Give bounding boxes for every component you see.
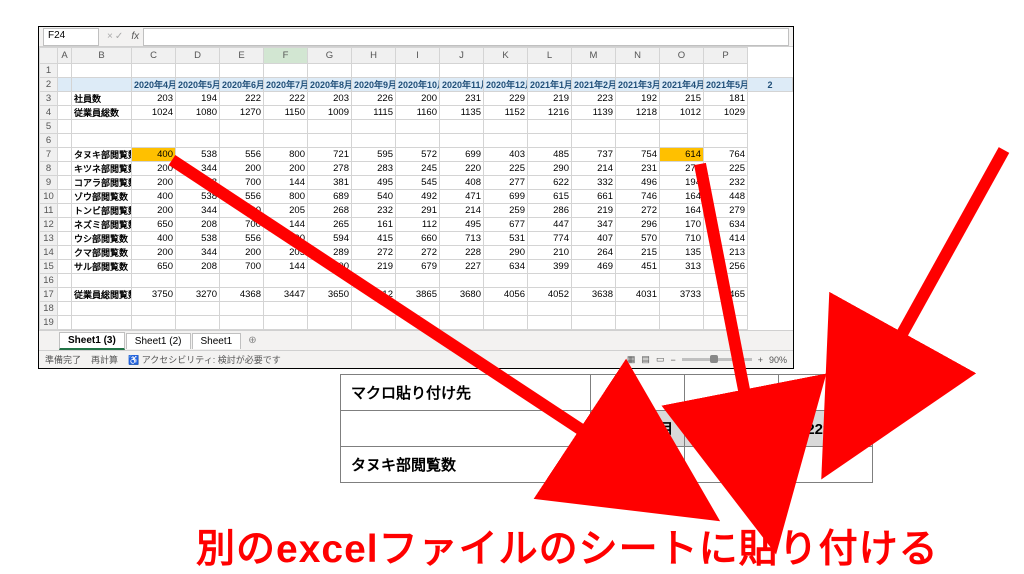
formula-bar-row: F24 × ✓ fx xyxy=(39,27,793,47)
zoom-slider[interactable] xyxy=(682,358,752,361)
sheet-tab-1[interactable]: Sheet1 (3) xyxy=(59,332,125,350)
status-ready: 準備完了 xyxy=(45,353,81,366)
dest-cell xyxy=(591,375,685,411)
cancel-icon[interactable]: × xyxy=(107,31,113,42)
add-sheet-button[interactable]: ⊕ xyxy=(242,333,262,348)
dest-value-cell xyxy=(591,447,685,483)
dest-year-3: 2022年4月 xyxy=(779,411,873,447)
dest-value-cell xyxy=(685,447,779,483)
status-recalc: 再計算 xyxy=(91,353,118,366)
name-box[interactable]: F24 xyxy=(43,28,99,46)
view-break-icon[interactable]: ▭ xyxy=(656,354,665,365)
dest-row-label: タヌキ部閲覧数 xyxy=(341,447,591,483)
dest-title: マクロ貼り付け先 xyxy=(341,375,591,411)
enter-icon[interactable]: ✓ xyxy=(115,31,123,42)
dest-value-cell xyxy=(779,447,873,483)
dest-year-2: 2021年4月 xyxy=(685,411,779,447)
dest-cell xyxy=(779,375,873,411)
status-accessibility: ♿ アクセシビリティ: 検討が必要です xyxy=(128,353,281,366)
excel-window: F24 × ✓ fx ABCDEFGHIJKLMNOP122020年4月2020… xyxy=(38,26,794,369)
view-layout-icon[interactable]: ▤ xyxy=(641,354,650,365)
formula-bar[interactable] xyxy=(143,28,789,46)
dest-cell xyxy=(341,411,591,447)
sheet-tabs: Sheet1 (3) Sheet1 (2) Sheet1 ⊕ xyxy=(39,330,793,350)
formula-nav: × ✓ xyxy=(103,31,127,42)
spreadsheet-grid[interactable]: ABCDEFGHIJKLMNOP122020年4月2020年5月2020年6月2… xyxy=(39,47,793,330)
destination-table: マクロ貼り付け先 2020年4月 2021年4月 2022年4月 タヌキ部閲覧数 xyxy=(340,374,873,483)
sheet-tab-2[interactable]: Sheet1 (2) xyxy=(126,333,191,349)
zoom-level[interactable]: 90% xyxy=(769,355,787,365)
annotation-caption: 別のexcelファイルのシートに貼り付ける xyxy=(196,518,939,574)
zoom-out-icon[interactable]: − xyxy=(670,355,675,365)
zoom-in-icon[interactable]: + xyxy=(758,355,763,365)
fx-icon[interactable]: fx xyxy=(127,29,143,45)
sheet-tab-3[interactable]: Sheet1 xyxy=(192,333,242,349)
dest-year-1: 2020年4月 xyxy=(591,411,685,447)
dest-cell xyxy=(685,375,779,411)
view-normal-icon[interactable]: ▦ xyxy=(627,354,636,365)
status-bar: 準備完了 再計算 ♿ アクセシビリティ: 検討が必要です ▦ ▤ ▭ − + 9… xyxy=(39,350,793,368)
